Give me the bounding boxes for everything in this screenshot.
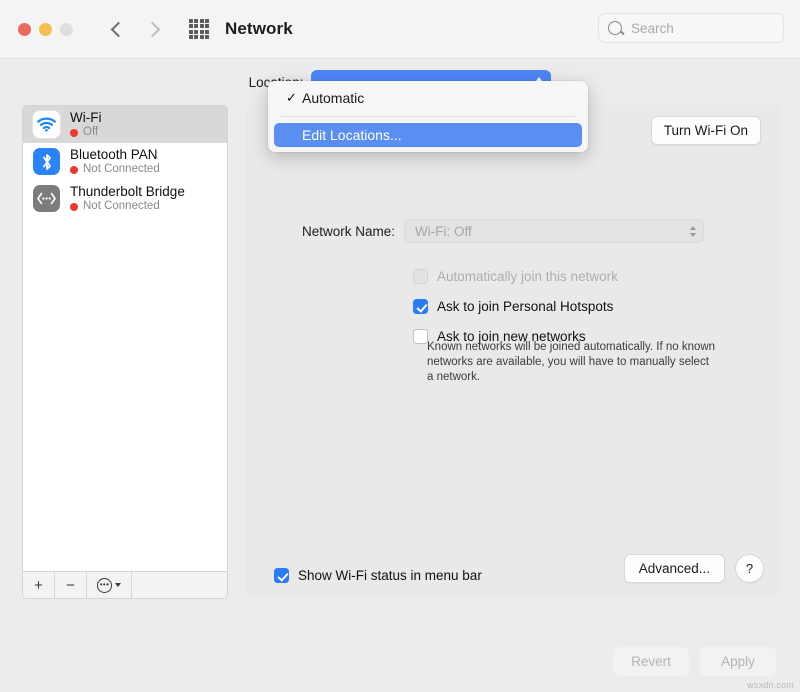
checkbox-ask-personal-hotspots[interactable]: Ask to join Personal Hotspots (413, 299, 618, 314)
ellipsis-circle-icon: ••• (97, 578, 112, 593)
location-dropdown-menu: ✓ Automatic Edit Locations... (268, 81, 588, 152)
grid-apps-icon[interactable] (189, 19, 209, 39)
detail-bottom-row: Show Wi-Fi status in menu bar Advanced..… (246, 568, 780, 583)
sidebar-item-text: Wi-Fi Off (70, 110, 101, 139)
sidebar-item-text: Bluetooth PAN Not Connected (70, 147, 160, 176)
status-text: Not Connected (83, 163, 160, 176)
status-text: Not Connected (83, 200, 160, 213)
menu-item-label: Automatic (302, 90, 364, 106)
traffic-lights (18, 23, 73, 36)
checkbox-box[interactable] (413, 329, 428, 344)
sidebar-toolbar-filler (132, 572, 227, 598)
wifi-detail-panel: Status: Off Turn Wi-Fi On Network Name: … (246, 105, 780, 597)
chevron-left-icon[interactable] (111, 23, 124, 36)
networks-help-text: Known networks will be joined automatica… (427, 340, 717, 385)
content-body: Wi-Fi Off Bluetooth PAN (0, 105, 800, 630)
network-preferences-window: Network Location: (0, 0, 800, 692)
network-name-value: Wi-Fi: Off (415, 224, 472, 239)
checkbox-label: Ask to join Personal Hotspots (437, 299, 613, 314)
search-icon (608, 21, 622, 35)
window-titlebar: Network (0, 0, 800, 59)
bluetooth-icon (33, 148, 60, 175)
sidebar-item-name: Bluetooth PAN (70, 147, 160, 162)
sidebar-item-bluetooth-pan[interactable]: Bluetooth PAN Not Connected (23, 143, 227, 180)
checkmark-icon: ✓ (286, 90, 302, 106)
network-name-row: Network Name: Wi-Fi: Off (246, 219, 780, 243)
menu-item-label: Edit Locations... (302, 127, 402, 143)
chevron-right-icon[interactable] (146, 23, 159, 36)
sidebar-item-status: Not Connected (70, 163, 160, 176)
navigation-buttons (111, 23, 159, 36)
menu-separator (281, 116, 575, 117)
minimize-button[interactable] (39, 23, 52, 36)
window-footer: Revert Apply wsxdn.com (0, 630, 800, 692)
revert-button[interactable]: Revert (613, 647, 689, 676)
status-text: Off (83, 126, 98, 139)
sidebar-item-name: Thunderbolt Bridge (70, 184, 185, 199)
sidebar-item-thunderbolt-bridge[interactable]: Thunderbolt Bridge Not Connected (23, 180, 227, 217)
checkbox-box[interactable] (274, 568, 289, 583)
apply-button[interactable]: Apply (700, 647, 776, 676)
wifi-icon (33, 111, 60, 138)
zoom-button[interactable] (60, 23, 73, 36)
watermark: wsxdn.com (747, 680, 794, 690)
thunderbolt-icon (33, 185, 60, 212)
turn-wifi-on-button[interactable]: Turn Wi-Fi On (651, 116, 761, 145)
checkbox-box[interactable] (413, 299, 428, 314)
services-list: Wi-Fi Off Bluetooth PAN (23, 106, 227, 571)
search-field[interactable] (598, 13, 784, 43)
sidebar-item-text: Thunderbolt Bridge Not Connected (70, 184, 185, 213)
remove-service-button[interactable]: − (55, 572, 87, 598)
close-button[interactable] (18, 23, 31, 36)
updown-chevrons-icon (690, 220, 696, 242)
checkbox-box[interactable] (413, 269, 428, 284)
sidebar-item-status: Not Connected (70, 200, 185, 213)
checkbox-label: Automatically join this network (437, 269, 618, 284)
sidebar-item-wifi[interactable]: Wi-Fi Off (23, 106, 227, 143)
status-dot-icon (70, 203, 78, 211)
service-actions-button[interactable]: ••• (87, 572, 132, 598)
network-name-popup[interactable]: Wi-Fi: Off (404, 219, 704, 243)
sidebar-item-name: Wi-Fi (70, 110, 101, 125)
services-sidebar: Wi-Fi Off Bluetooth PAN (22, 105, 228, 599)
menu-item-automatic[interactable]: ✓ Automatic (274, 86, 582, 110)
status-dot-icon (70, 166, 78, 174)
advanced-button[interactable]: Advanced... (624, 554, 725, 583)
help-button[interactable]: ? (735, 554, 764, 583)
sidebar-item-status: Off (70, 126, 101, 139)
status-dot-icon (70, 129, 78, 137)
sidebar-toolbar: + − ••• (23, 571, 227, 598)
chevron-down-icon (115, 583, 121, 587)
menu-item-edit-locations[interactable]: Edit Locations... (274, 123, 582, 147)
search-input[interactable] (629, 20, 774, 37)
checkbox-auto-join-network[interactable]: Automatically join this network (413, 269, 618, 284)
add-service-button[interactable]: + (23, 572, 55, 598)
network-name-label: Network Name: (246, 224, 404, 239)
wifi-options-checkboxes: Automatically join this network Ask to j… (413, 269, 618, 344)
checkbox-show-wifi-status-menu-bar[interactable]: Show Wi-Fi status in menu bar (274, 568, 482, 583)
page-title: Network (225, 19, 293, 39)
checkbox-label: Show Wi-Fi status in menu bar (298, 568, 482, 583)
